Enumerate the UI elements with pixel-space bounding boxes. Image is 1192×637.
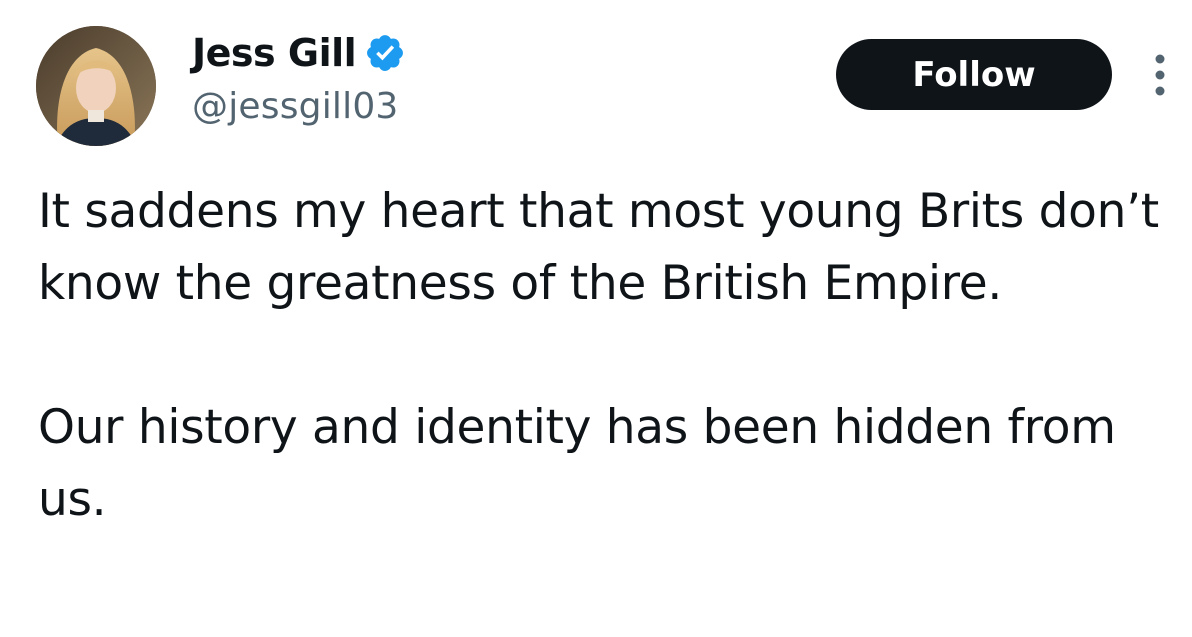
author-block: Jess Gill @jessgill03 <box>192 26 406 127</box>
tweet-text: It saddens my heart that most young Brit… <box>38 176 1168 536</box>
more-options-icon[interactable] <box>1146 52 1174 98</box>
user-handle[interactable]: @jessgill03 <box>192 86 406 127</box>
tweet-paragraph: It saddens my heart that most young Brit… <box>38 184 1159 311</box>
tweet: Jess Gill @jessgill03 Follow It saddens … <box>0 0 1192 637</box>
avatar-photo <box>36 26 156 146</box>
avatar[interactable] <box>36 26 156 146</box>
name-row: Jess Gill <box>192 26 406 80</box>
tweet-paragraph: Our history and identity has been hidden… <box>38 400 1116 527</box>
display-name[interactable]: Jess Gill <box>192 31 357 75</box>
follow-button[interactable]: Follow <box>836 39 1112 110</box>
verified-badge-icon <box>364 32 406 74</box>
